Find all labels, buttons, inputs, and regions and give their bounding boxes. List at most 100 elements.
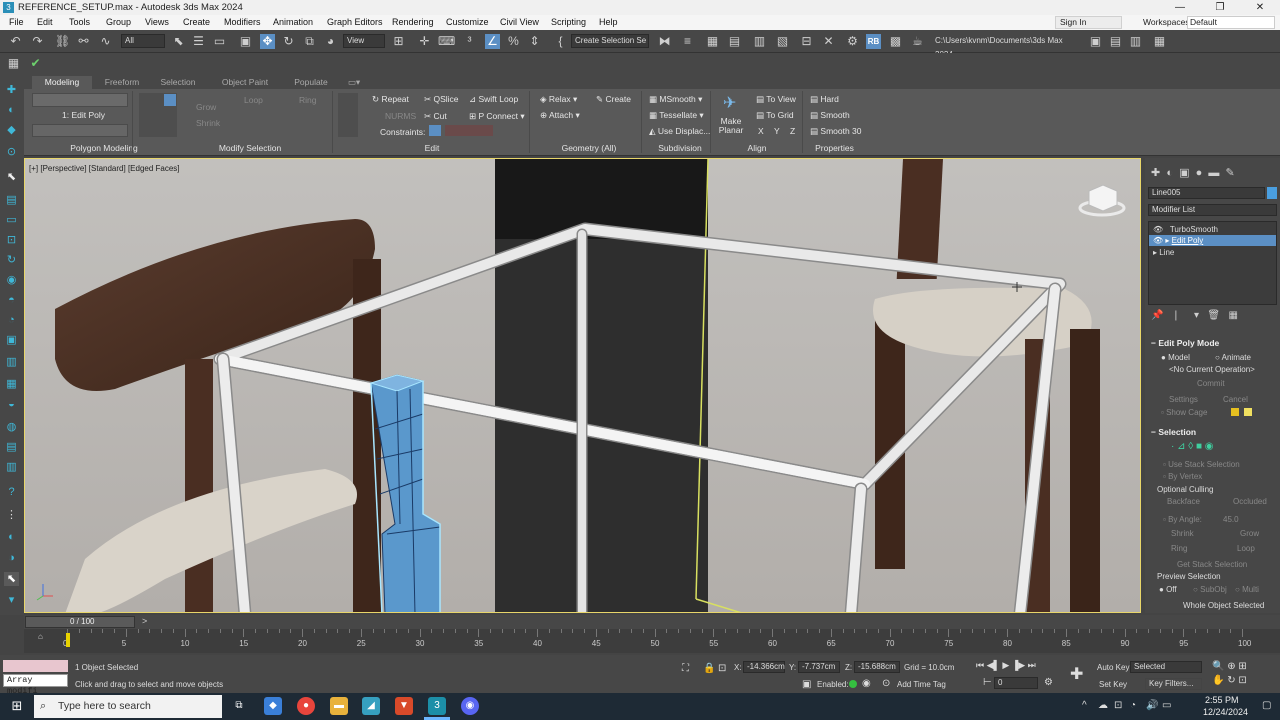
align-z-button[interactable]: Z — [790, 126, 795, 136]
list-icon[interactable]: ▥ — [4, 460, 19, 474]
grow-button[interactable]: Grow — [1240, 529, 1259, 538]
utilities-icon[interactable]: ▦ — [4, 377, 19, 391]
rendered-frame-window-icon[interactable]: ▩ — [888, 34, 903, 49]
add-time-tag[interactable]: Add Time Tag — [897, 680, 946, 689]
polygon-modeling-title[interactable]: Polygon Modeling — [54, 143, 154, 153]
menu-views[interactable]: Views — [145, 17, 169, 27]
align-y-button[interactable]: Y — [774, 126, 780, 136]
rectangular-selection-icon[interactable]: ▭ — [212, 34, 227, 49]
relax-button[interactable]: ◈ Relax ▾ — [540, 94, 577, 105]
tab-modeling[interactable]: Modeling — [32, 76, 92, 89]
project-folder-icon[interactable]: ▣ — [1088, 34, 1103, 49]
systems-icon[interactable]: ▥ — [4, 355, 19, 369]
sign-in-dropdown[interactable]: Sign In — [1055, 16, 1122, 29]
by-angle-checkbox[interactable]: ▫ By Angle: — [1163, 515, 1202, 524]
selection-header[interactable]: − Selection — [1151, 427, 1196, 437]
clock-date[interactable]: 12/24/2024 — [1203, 707, 1248, 717]
select-and-move-icon[interactable]: ✥ — [260, 34, 275, 49]
object-color-swatch[interactable] — [1267, 187, 1277, 199]
tab-object-paint[interactable]: Object Paint — [211, 76, 279, 89]
camera-icon[interactable]: ◔ — [4, 313, 19, 327]
constraint-none-icon[interactable] — [429, 125, 441, 136]
menu-civil-view[interactable]: Civil View — [500, 17, 539, 27]
attach-button[interactable]: ⊕ Attach ▾ — [540, 110, 580, 121]
polygon-modeling-tools[interactable] — [32, 124, 128, 137]
align-x-button[interactable]: X — [758, 126, 764, 136]
time-tag-icon[interactable]: ▣ — [802, 679, 811, 690]
more-icon[interactable]: ⋮ — [4, 508, 19, 522]
select-tool-icon[interactable]: ⬉ — [4, 170, 19, 184]
edit-title[interactable]: Edit — [417, 143, 447, 153]
tray-chevron-icon[interactable]: ^ — [1082, 700, 1087, 711]
workspace-select[interactable]: Default — [1187, 16, 1275, 29]
loop-button[interactable]: Loop — [244, 95, 263, 105]
current-frame-field[interactable]: 0 — [994, 677, 1038, 689]
create-button[interactable]: ✎ Create — [596, 94, 631, 105]
smooth-30-button[interactable]: ▤ Smooth 30 — [810, 126, 862, 137]
discord-icon[interactable]: ◉ — [461, 697, 479, 715]
grow-button[interactable]: Grow — [196, 102, 216, 112]
time-configuration-icon[interactable]: ⚙ — [1044, 677, 1053, 688]
3ds-max-icon[interactable]: 3 — [3, 2, 14, 13]
snaps-toggle-icon[interactable]: ³ — [462, 34, 477, 49]
polygon-modeling-icons[interactable] — [32, 93, 128, 107]
tab-populate[interactable]: Populate — [286, 76, 336, 89]
occluded-button[interactable]: Occluded — [1233, 497, 1267, 506]
menu-scripting[interactable]: Scripting — [551, 17, 586, 27]
preview-subobj-radio[interactable]: ○ SubObj — [1193, 585, 1227, 594]
geometry-title[interactable]: Geometry (All) — [554, 143, 624, 153]
ribbon-options-icon[interactable]: ▭▾ — [344, 76, 364, 89]
window-crossing-icon[interactable]: ▣ — [238, 34, 253, 49]
make-planar-icon[interactable]: ✈ — [723, 93, 736, 113]
scene-icon[interactable]: ◍ — [4, 420, 19, 434]
maxscript-listener-input[interactable] — [3, 660, 68, 672]
close-button[interactable]: ✕ — [1240, 0, 1280, 15]
enabled-indicator-icon[interactable] — [849, 680, 857, 688]
helpers-icon[interactable]: ▣ — [4, 333, 19, 347]
chrome-icon[interactable]: ● — [297, 697, 315, 715]
light-icon[interactable]: ◓ — [4, 293, 19, 307]
adaptive-degradation-icon[interactable]: ◉ — [862, 678, 871, 689]
swift-loop-button[interactable]: ⊿ Swift Loop — [469, 94, 518, 105]
tessellate-button[interactable]: ▦ Tessellate ▾ — [649, 110, 704, 121]
subobject-level-icons[interactable]: · ⊿ ◊ ■ ◉ — [1171, 441, 1251, 453]
wifi-icon[interactable]: ◔ — [1130, 700, 1136, 711]
set-key-button[interactable]: Set Key — [1099, 680, 1127, 689]
element-mode-icon[interactable] — [164, 94, 176, 106]
preview-off-radio[interactable]: ● Off — [1159, 585, 1177, 594]
tab-selection[interactable]: Selection — [152, 76, 204, 89]
windows-start-icon[interactable]: ⊞ — [8, 697, 26, 715]
shrink-button[interactable]: Shrink — [1171, 529, 1194, 538]
preview-multi-radio[interactable]: ○ Multi — [1235, 585, 1259, 594]
spinner-snap-icon[interactable]: ⇕ — [527, 34, 542, 49]
commit-button[interactable]: Commit — [1197, 379, 1225, 388]
minimize-button[interactable]: — — [1160, 0, 1200, 15]
select-and-place-icon[interactable]: ◕ — [323, 34, 338, 49]
viewport-navigation-icons[interactable]: 🔍 ⊕ ⊞ ✋ ↻ ⊡ — [1212, 660, 1277, 690]
cancel-button[interactable]: Cancel — [1223, 395, 1248, 404]
sort-icon[interactable]: ▤ — [4, 440, 19, 454]
mirror-icon[interactable]: ⧓ — [657, 34, 672, 49]
menu-graph-editors[interactable]: Graph Editors — [327, 17, 383, 27]
to-grid-button[interactable]: ▤ To Grid — [756, 110, 794, 121]
open-folder-icon[interactable]: ▤ — [1108, 34, 1123, 49]
get-stack-selection-button[interactable]: Get Stack Selection — [1177, 560, 1247, 569]
viewport-label[interactable]: [+] [Perspective] [Standard] [Edged Face… — [29, 164, 180, 173]
select-object-icon[interactable]: ⬉ — [171, 34, 186, 49]
z-coordinate-field[interactable]: -15.688cm — [854, 661, 900, 673]
backface-button[interactable]: Backface — [1167, 497, 1200, 506]
x-coordinate-field[interactable]: -14.366cm — [743, 661, 785, 673]
help-icon[interactable]: ? — [4, 485, 19, 499]
select-by-name-icon[interactable]: ☰ — [191, 34, 206, 49]
stack-item-line[interactable]: ▸ Line — [1153, 248, 1174, 257]
qslice-button[interactable]: ✂ QSlice — [424, 94, 459, 105]
filter-icon[interactable]: ⌂ — [38, 632, 43, 641]
stack-item-turbosmooth[interactable]: 👁 TurboSmooth — [1153, 225, 1218, 234]
project-folder-path[interactable]: C:\Users\kvnm\Documents\3ds Max 2024 — [935, 34, 1075, 59]
make-planar-button[interactable]: Make Planar — [717, 117, 745, 135]
align-title[interactable]: Align — [742, 143, 772, 153]
select-and-rotate-icon[interactable]: ↻ — [281, 34, 296, 49]
maximize-button[interactable]: ❐ — [1200, 0, 1240, 15]
p-connect-button[interactable]: ⊞ P Connect ▾ — [469, 111, 525, 122]
modify-icon[interactable]: ◐ — [4, 103, 19, 117]
